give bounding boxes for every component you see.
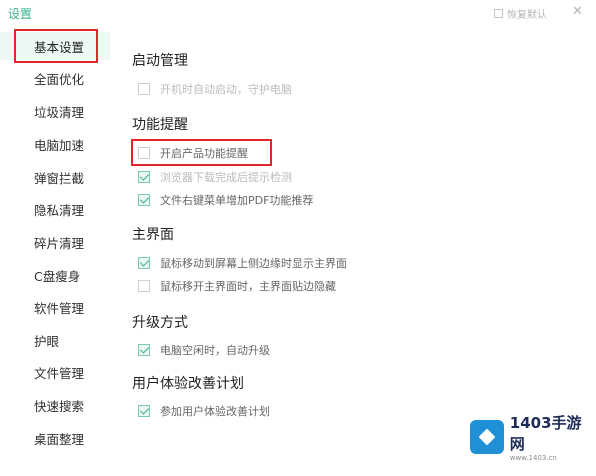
sidebar-item-pc-speedup[interactable]: 电脑加速	[0, 130, 110, 158]
cube-logo-icon	[470, 420, 504, 454]
sidebar-item-basic-settings[interactable]: 基本设置	[0, 32, 110, 60]
checkbox-pdf-context-menu[interactable]	[138, 194, 150, 206]
sidebar-item-eye-care[interactable]: 护眼	[0, 326, 110, 354]
option-experience-plan[interactable]: 参加用户体验改善计划	[138, 402, 270, 420]
option-show-on-edge[interactable]: 鼠标移动到屏幕上侧边缘时显示主界面	[138, 254, 347, 272]
watermark-url: www.1403.cn	[509, 454, 557, 462]
settings-panel: 启动管理 开机时自动启动，守护电脑 功能提醒 开启产品功能提醒 浏览器下载完成后…	[110, 26, 596, 476]
restore-defaults-button[interactable]: 恢复默认	[494, 6, 547, 21]
window-title: 设置	[8, 7, 33, 21]
sidebar: 基本设置 全面优化 垃圾清理 电脑加速 弹窗拦截 隐私清理 碎片清理 C盘瘦身 …	[0, 26, 110, 476]
close-icon[interactable]: ✕	[572, 4, 583, 19]
option-pdf-context-menu[interactable]: 文件右键菜单增加PDF功能推荐	[138, 191, 313, 209]
sidebar-item-privacy-clean[interactable]: 隐私清理	[0, 195, 110, 223]
restore-defaults-label: 恢复默认	[507, 10, 547, 21]
sidebar-item-quick-search[interactable]: 快速搜索	[0, 391, 110, 419]
option-download-check[interactable]: 浏览器下载完成后提示检测	[138, 168, 292, 186]
checkbox-auto-upgrade[interactable]	[138, 344, 150, 356]
sidebar-item-popup-block[interactable]: 弹窗拦截	[0, 163, 110, 191]
title-bar: 设置 恢复默认 ✕	[0, 0, 596, 26]
sidebar-item-c-drive-slim[interactable]: C盘瘦身	[0, 261, 110, 289]
checkbox-show-on-edge[interactable]	[138, 257, 150, 269]
sidebar-item-junk-clean[interactable]: 垃圾清理	[0, 97, 110, 125]
option-auto-start[interactable]: 开机时自动启动，守护电脑	[138, 80, 292, 98]
option-product-reminder[interactable]: 开启产品功能提醒	[138, 144, 248, 162]
sidebar-item-full-optimize[interactable]: 全面优化	[0, 64, 110, 92]
sidebar-item-software-manager[interactable]: 软件管理	[0, 293, 110, 321]
sidebar-item-defrag[interactable]: 碎片清理	[0, 228, 110, 256]
option-edge-hide[interactable]: 鼠标移开主界面时，主界面贴边隐藏	[138, 277, 336, 295]
section-title-upgrade: 升级方式	[132, 315, 188, 331]
restore-icon	[494, 9, 503, 18]
watermark-brand: 1403手游网	[509, 414, 582, 453]
option-auto-upgrade[interactable]: 电脑空闲时，自动升级	[138, 341, 270, 359]
sidebar-item-file-manager[interactable]: 文件管理	[0, 358, 110, 386]
section-title-startup: 启动管理	[132, 53, 188, 69]
checkbox-experience-plan[interactable]	[138, 405, 150, 417]
section-title-main-ui: 主界面	[132, 227, 174, 243]
checkbox-edge-hide[interactable]	[138, 280, 150, 292]
sidebar-item-desktop-organize[interactable]: 桌面整理	[0, 424, 110, 452]
checkbox-product-reminder[interactable]	[138, 147, 150, 159]
checkbox-download-check[interactable]	[138, 171, 150, 183]
section-title-experience: 用户体验改善计划	[132, 376, 244, 392]
checkbox-auto-start[interactable]	[138, 83, 150, 95]
section-title-reminders: 功能提醒	[132, 117, 188, 133]
watermark-logo: 1403手游网 www.1403.cn	[470, 411, 596, 463]
